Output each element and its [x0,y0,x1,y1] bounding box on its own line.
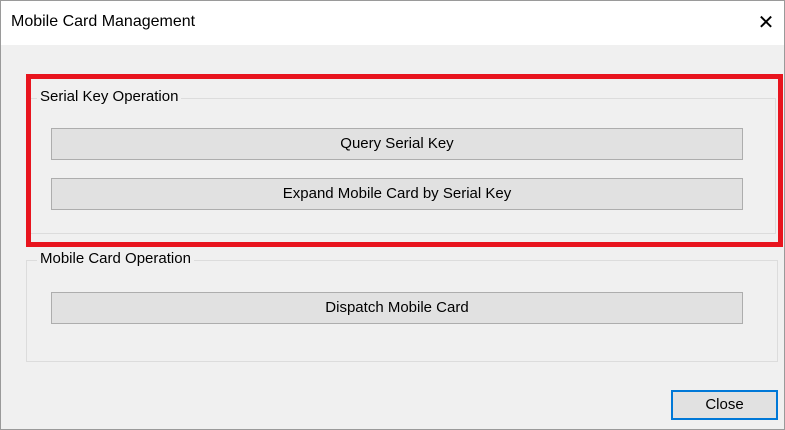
title-bar: Mobile Card Management ✕ [1,1,784,45]
expand-mobile-card-button[interactable]: Expand Mobile Card by Serial Key [51,178,743,210]
mobile-card-operation-legend: Mobile Card Operation [37,250,194,267]
dispatch-mobile-card-button[interactable]: Dispatch Mobile Card [51,292,743,324]
serial-key-operation-group: Serial Key Operation [26,88,776,234]
close-button[interactable]: Close [671,390,778,420]
window-title: Mobile Card Management [11,13,196,30]
dialog-window: Mobile Card Management ✕ Serial Key Oper… [0,0,785,430]
query-serial-key-button[interactable]: Query Serial Key [51,128,743,160]
close-icon[interactable]: ✕ [749,6,783,40]
serial-key-operation-legend: Serial Key Operation [37,88,182,105]
